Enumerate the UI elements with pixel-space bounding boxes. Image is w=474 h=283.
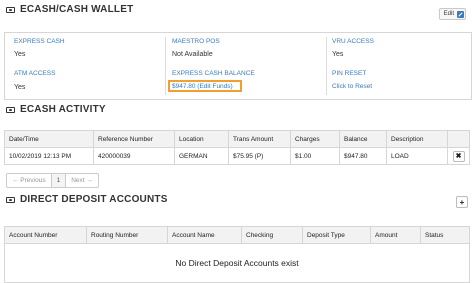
cell-balance: $947.80: [339, 147, 387, 165]
next-page-button[interactable]: Next →: [66, 174, 98, 187]
maestro-pos-label: MAESTRO POS: [172, 38, 220, 45]
col-actions: [447, 130, 470, 148]
table-row: 10/02/2019 12:13 PM 420000039 GERMAN $75…: [4, 147, 470, 165]
col-deposit-type: Deposit Type: [302, 226, 371, 244]
deposits-title-text: DIRECT DEPOSIT ACCOUNTS: [20, 194, 168, 205]
edit-funds-link[interactable]: $947.80 (Edit Funds): [172, 83, 233, 90]
activity-title: ECASH ACTIVITY: [6, 104, 106, 115]
money-icon: [6, 6, 15, 13]
cell-reference: 420000039: [93, 147, 175, 165]
col-routing-number: Routing Number: [86, 226, 168, 244]
express-balance-label: EXPRESS CASH BALANCE: [172, 70, 255, 77]
express-cash-label: EXPRESS CASH: [14, 38, 65, 45]
atm-access-label: ATM ACCESS: [14, 70, 56, 77]
empty-row: No Direct Deposit Accounts exist: [4, 243, 470, 283]
cell-charges: $1.00: [290, 147, 340, 165]
prev-page-button[interactable]: ← Previous: [7, 174, 52, 187]
col-location: Location: [174, 130, 229, 148]
cell-location: GERMAN: [174, 147, 229, 165]
table-header-row: Date/Time Reference Number Location Tran…: [4, 130, 470, 148]
col-description: Description: [386, 130, 448, 148]
delete-row-button[interactable]: ✖: [452, 150, 465, 162]
col-amount: Amount: [370, 226, 421, 244]
col-charges: Charges: [290, 130, 340, 148]
vru-access-value: Yes: [332, 51, 344, 58]
cell-amount: $75.95 (P): [228, 147, 291, 165]
cell-actions: ✖: [447, 147, 470, 165]
col-balance: Balance: [339, 130, 387, 148]
edit-button-label: Edit: [443, 11, 454, 17]
pin-reset-label: PIN RESET: [332, 70, 367, 77]
col-reference: Reference Number: [93, 130, 175, 148]
deposits-table: Account Number Routing Number Account Na…: [4, 226, 470, 283]
deposits-title: DIRECT DEPOSIT ACCOUNTS: [6, 194, 168, 205]
money-icon: [6, 106, 15, 113]
wallet-title: ECASH/CASH WALLET: [6, 4, 133, 15]
add-deposit-button[interactable]: +: [456, 196, 468, 208]
pagination: ← Previous 1 Next →: [6, 173, 99, 188]
page-number-1[interactable]: 1: [51, 174, 67, 187]
wallet-divider: [326, 37, 327, 95]
col-checking: Checking: [241, 226, 303, 244]
vru-access-label: VRU ACCESS: [332, 38, 374, 45]
col-account-number: Account Number: [4, 226, 87, 244]
col-date: Date/Time: [4, 130, 94, 148]
activity-table: Date/Time Reference Number Location Tran…: [4, 130, 470, 165]
maestro-pos-value: Not Available: [172, 51, 213, 58]
atm-access-value: Yes: [14, 84, 26, 91]
money-icon: [6, 196, 15, 203]
express-cash-value: Yes: [14, 51, 26, 58]
plus-icon: +: [459, 197, 465, 207]
activity-title-text: ECASH ACTIVITY: [20, 104, 106, 115]
empty-message: No Direct Deposit Accounts exist: [4, 243, 470, 283]
cell-date: 10/02/2019 12:13 PM: [4, 147, 94, 165]
table-header-row: Account Number Routing Number Account Na…: [4, 226, 470, 244]
col-account-name: Account Name: [167, 226, 242, 244]
col-status: Status: [420, 226, 470, 244]
edit-wallet-button[interactable]: Edit: [438, 8, 466, 20]
wallet-title-text: ECASH/CASH WALLET: [20, 4, 134, 15]
close-icon: ✖: [455, 153, 462, 160]
wallet-divider: [165, 37, 166, 95]
pin-reset-link[interactable]: Click to Reset: [332, 83, 372, 90]
cell-description: LOAD: [386, 147, 448, 165]
col-amount: Trans Amount: [228, 130, 291, 148]
edit-icon: [457, 10, 464, 18]
